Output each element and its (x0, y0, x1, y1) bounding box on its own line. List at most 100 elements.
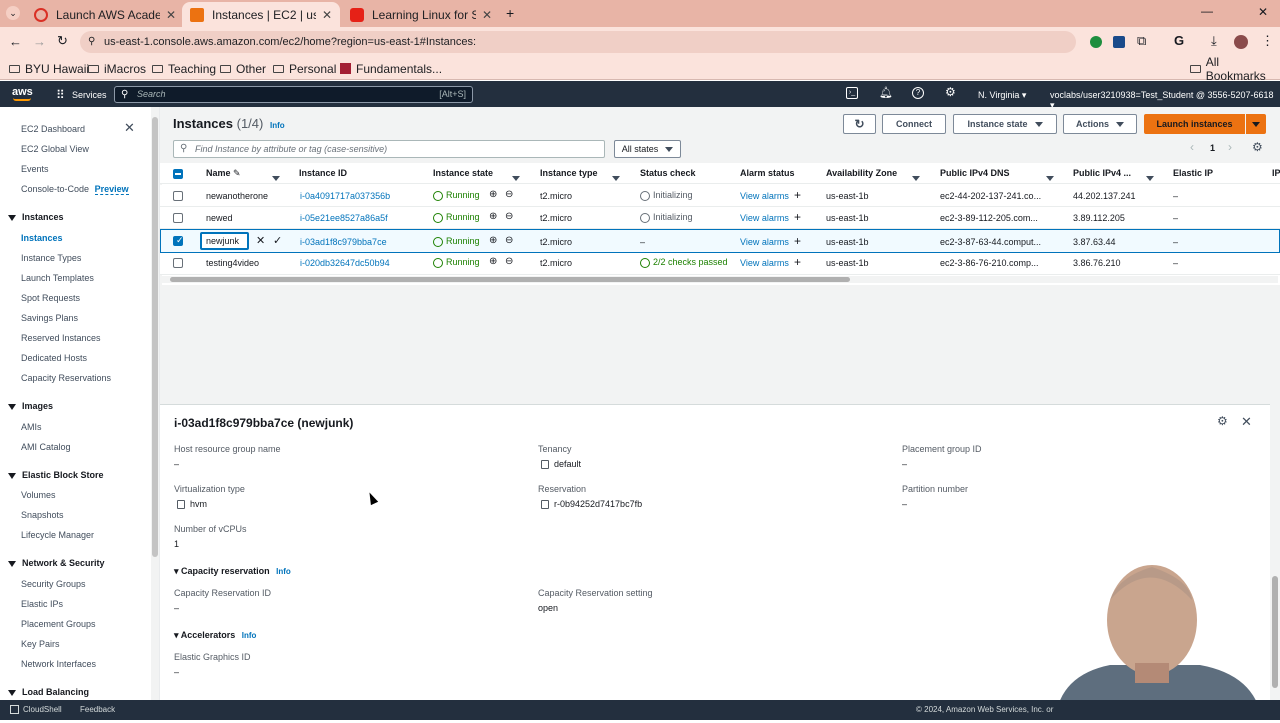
notifications-bell-icon[interactable]: 🔔︎ (879, 86, 893, 99)
bookmark-personal[interactable]: Personal (273, 60, 336, 77)
browser-tab-aws-academy[interactable]: Launch AWS Academy Le ✕ (26, 2, 184, 27)
copy-icon[interactable] (541, 500, 549, 510)
sidebar-item-elastic-ips[interactable]: Elastic IPs (21, 599, 63, 609)
sidebar-item-instance-types[interactable]: Instance Types (21, 253, 81, 263)
extension-green-icon[interactable] (1090, 36, 1102, 48)
sidebar-section-instances[interactable]: Instances (8, 212, 64, 222)
sidebar-scrollbar-thumb[interactable] (152, 117, 158, 557)
column-header-elastic-ip[interactable]: Elastic IP (1173, 168, 1213, 178)
sidebar-item-dedicated-hosts[interactable]: Dedicated Hosts (21, 353, 87, 363)
new-tab-plus-icon[interactable]: + (506, 5, 514, 21)
close-tab-icon[interactable]: ✕ (166, 8, 176, 22)
table-row-selected[interactable]: ✓ newjunk ✕ ✓ i-03ad1f8c979bba7ce Runnin… (160, 229, 1280, 253)
zoom-in-icon[interactable]: ⊕ (489, 211, 497, 222)
column-header-name[interactable]: Name ✎ (206, 168, 241, 179)
select-all-checkbox[interactable] (173, 169, 183, 179)
zoom-out-icon[interactable]: ⊖ (505, 256, 513, 267)
column-header-public-dns[interactable]: Public IPv4 DNS (940, 168, 1010, 178)
copy-icon[interactable] (177, 500, 185, 510)
sidebar-item-events[interactable]: Events (21, 164, 49, 174)
browser-tab-ec2-instances[interactable]: Instances | EC2 | us-east ✕ (182, 2, 340, 27)
column-header-availability-zone[interactable]: Availability Zone (826, 168, 897, 178)
row-checkbox[interactable]: ✓ (173, 235, 184, 246)
refresh-button[interactable]: ↻ (843, 114, 876, 134)
bookmark-other[interactable]: Other (220, 60, 266, 77)
zoom-out-icon[interactable]: ⊖ (505, 189, 513, 200)
column-header-instance-type[interactable]: Instance type (540, 168, 598, 178)
instance-search-input[interactable]: ⚲ Find Instance by attribute or tag (cas… (173, 140, 605, 158)
view-alarms-link[interactable]: View alarms (740, 258, 789, 268)
sidebar-item-lifecycle-manager[interactable]: Lifecycle Manager (21, 530, 94, 540)
aws-logo[interactable]: aws (12, 86, 33, 98)
sidebar-item-reserved-instances[interactable]: Reserved Instances (21, 333, 101, 343)
detail-scrollbar[interactable] (1270, 404, 1280, 700)
zoom-in-icon[interactable]: ⊕ (489, 235, 497, 246)
google-icon[interactable]: G (1174, 33, 1184, 48)
table-scrollbar-thumb[interactable] (170, 277, 850, 282)
services-menu[interactable]: Services (72, 90, 107, 100)
launch-instances-button[interactable]: Launch instances (1144, 114, 1245, 134)
all-bookmarks[interactable]: All Bookmarks (1190, 55, 1280, 83)
state-filter-icon[interactable] (512, 170, 520, 184)
window-close-icon[interactable]: ✕ (1258, 5, 1268, 19)
cancel-edit-icon[interactable]: ✕ (256, 234, 265, 247)
table-row[interactable]: testing4video i-020db32647dc50b94 Runnin… (160, 253, 1280, 275)
cloudshell-footer-button[interactable]: CloudShell (10, 705, 62, 715)
state-filter-select[interactable]: All states (614, 140, 681, 158)
site-info-icon[interactable]: ⚲ (88, 31, 95, 53)
column-header-alarm-status[interactable]: Alarm status (740, 168, 795, 178)
sidebar-item-key-pairs[interactable]: Key Pairs (21, 639, 60, 649)
table-row[interactable]: newanotherone i-0a4091717a037356b Runnin… (160, 185, 1280, 207)
row-checkbox[interactable] (173, 258, 183, 268)
sidebar-item-network-interfaces[interactable]: Network Interfaces (21, 659, 96, 669)
browser-tab-youtube[interactable]: Learning Linux for Syste ✕ (342, 2, 500, 27)
instance-state-button[interactable]: Instance state (953, 114, 1057, 134)
bookmark-imacros[interactable]: iMacros (88, 60, 146, 77)
add-alarm-plus-icon[interactable]: + (794, 210, 801, 224)
zoom-in-icon[interactable]: ⊕ (489, 189, 497, 200)
cloudshell-icon[interactable]: ›_ (846, 87, 858, 99)
sidebar-item-instances[interactable]: Instances (21, 233, 63, 243)
zoom-out-icon[interactable]: ⊖ (505, 211, 513, 222)
bookmark-teaching[interactable]: Teaching (152, 60, 216, 77)
sidebar-item-snapshots[interactable]: Snapshots (21, 510, 64, 520)
view-alarms-link[interactable]: View alarms (740, 191, 789, 201)
window-minimize-icon[interactable]: — (1201, 4, 1213, 18)
prev-page-icon[interactable]: ‹ (1190, 140, 1194, 154)
close-tab-icon[interactable]: ✕ (482, 8, 492, 22)
sidebar-item-volumes[interactable]: Volumes (21, 490, 56, 500)
address-bar[interactable]: ⚲ us-east-1.console.aws.amazon.com/ec2/h… (80, 31, 1076, 53)
sidebar-item-ami-catalog[interactable]: AMI Catalog (21, 442, 71, 452)
column-header-public-ipv4[interactable]: Public IPv4 ... (1073, 168, 1131, 178)
connect-button[interactable]: Connect (882, 114, 946, 134)
add-alarm-plus-icon[interactable]: + (794, 234, 801, 248)
add-alarm-plus-icon[interactable]: + (794, 255, 801, 269)
profile-avatar[interactable] (1234, 35, 1248, 49)
sidebar-item-launch-templates[interactable]: Launch Templates (21, 273, 94, 283)
tab-list-chevron-icon[interactable]: ⌄ (6, 6, 20, 20)
next-page-icon[interactable]: › (1228, 140, 1232, 154)
bookmark-byu-hawaii[interactable]: BYU Hawaii (9, 60, 89, 77)
sidebar-item-amis[interactable]: AMIs (21, 422, 42, 432)
sidebar-item-ec2-global-view[interactable]: EC2 Global View (21, 144, 89, 154)
sidebar-section-network-security[interactable]: Network & Security (8, 558, 105, 568)
instance-id-link[interactable]: i-05e21ee8527a86a5f (300, 213, 388, 223)
name-edit-input[interactable]: newjunk (200, 232, 249, 250)
type-filter-icon[interactable] (612, 170, 620, 184)
sidebar-section-images[interactable]: Images (8, 401, 53, 411)
sidebar-item-security-groups[interactable]: Security Groups (21, 579, 86, 589)
sidebar-scrollbar[interactable] (151, 107, 159, 700)
instance-id-link[interactable]: i-020db32647dc50b94 (300, 258, 390, 268)
copy-icon[interactable] (541, 460, 549, 470)
bookmark-fundamentals[interactable]: Fundamentals... (340, 60, 442, 77)
detail-close-icon[interactable]: ✕ (1241, 414, 1252, 430)
sidebar-close-icon[interactable]: ✕ (124, 120, 135, 136)
confirm-edit-icon[interactable]: ✓ (273, 234, 282, 247)
instance-id-link[interactable]: i-03ad1f8c979bba7ce (300, 237, 387, 247)
view-alarms-link[interactable]: View alarms (740, 213, 789, 223)
zoom-in-icon[interactable]: ⊕ (489, 256, 497, 267)
accelerators-section[interactable]: ▾ Accelerators Info (174, 630, 256, 641)
column-header-status-check[interactable]: Status check (640, 168, 696, 178)
browser-menu-icon[interactable]: ⋮ (1261, 33, 1274, 49)
info-link[interactable]: Info (270, 121, 285, 130)
